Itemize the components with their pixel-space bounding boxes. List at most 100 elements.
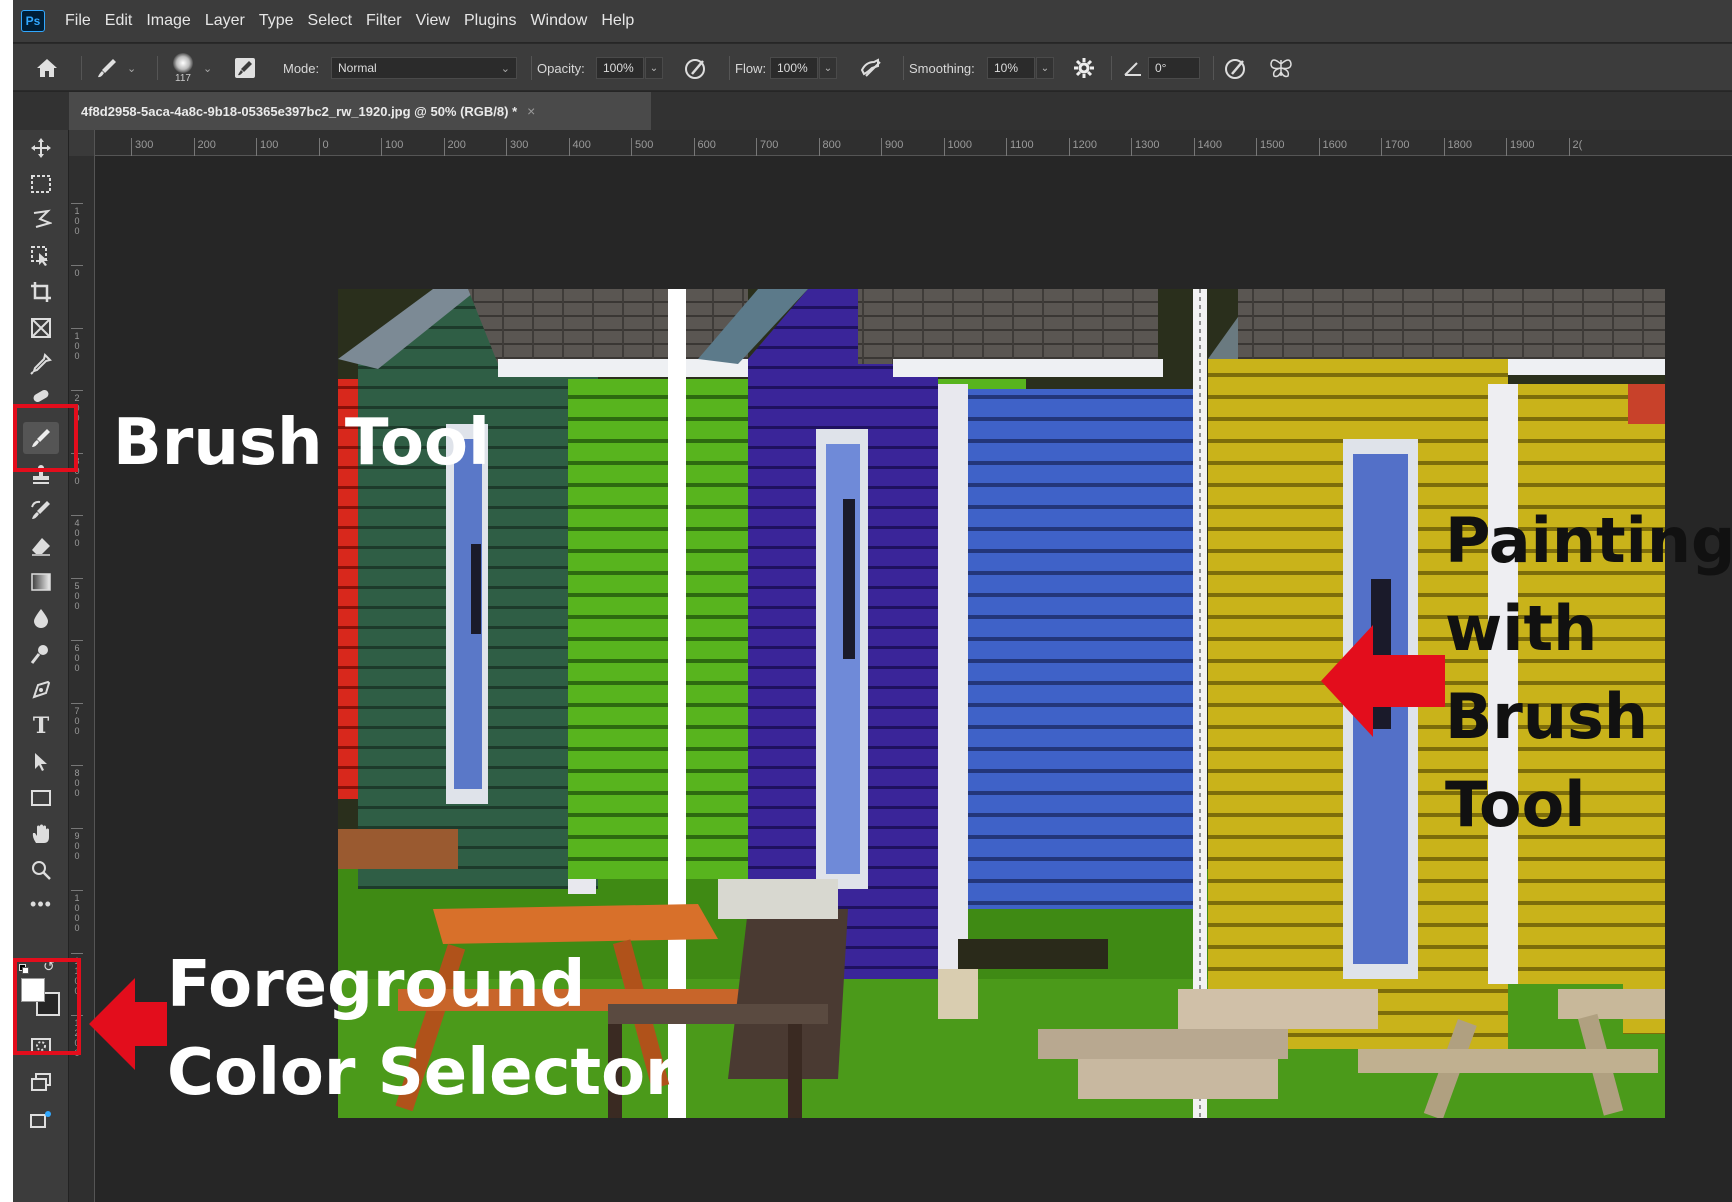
foreground-annotation-line1: Foreground [167, 948, 586, 1022]
mode-label: Mode: [283, 60, 320, 76]
menu-select[interactable]: Select [308, 12, 352, 30]
menu-layer[interactable]: Layer [205, 12, 245, 30]
hand-tool-icon[interactable] [23, 818, 59, 850]
gradient-tool-icon[interactable] [23, 566, 59, 598]
chevron-down-icon[interactable]: ⌄ [127, 62, 136, 75]
history-brush-tool-icon[interactable] [23, 494, 59, 526]
red-arrow-left-icon [89, 978, 167, 1070]
dodge-tool-icon[interactable] [23, 638, 59, 670]
move-tool-icon[interactable] [23, 132, 59, 164]
flow-dropdown[interactable]: ⌄ [819, 57, 837, 79]
ruler-tick-label: 1200 [1068, 138, 1097, 156]
red-arrow-left-icon [1321, 625, 1445, 737]
foreground-color-highlight [13, 958, 81, 1055]
ruler-tick-label: 600 [693, 138, 716, 156]
angle-icon [1123, 44, 1143, 92]
painting-annotation-line2: with [1445, 592, 1598, 665]
frame-tool-icon[interactable] [23, 312, 59, 344]
opacity-label: Opacity: [537, 60, 585, 76]
painting-annotation-line4: Tool [1445, 768, 1586, 841]
ruler-tick-label: 100 [381, 138, 403, 156]
ruler-tick-label: 5 0 0 [71, 577, 83, 611]
flow-field[interactable]: 100% [770, 57, 818, 79]
menu-plugins[interactable]: Plugins [464, 12, 516, 30]
zoom-tool-icon[interactable] [23, 854, 59, 886]
crop-tool-icon[interactable] [23, 276, 59, 308]
menu-file[interactable]: File [65, 12, 91, 30]
pressure-opacity-icon[interactable] [683, 44, 709, 92]
mode-select[interactable]: Normal ⌄ [331, 57, 517, 79]
ruler-tick-label: 1000 [943, 138, 972, 156]
smoothing-field[interactable]: 10% [987, 57, 1035, 79]
ruler-tick-label: 1400 [1193, 138, 1222, 156]
ruler-tick-label: 300 [506, 138, 528, 156]
ruler-tick-label: 200 [443, 138, 466, 156]
ruler-tick-label: 2( [1568, 138, 1582, 156]
menu-view[interactable]: View [416, 12, 450, 30]
menu-help[interactable]: Help [601, 12, 634, 30]
opacity-dropdown[interactable]: ⌄ [645, 57, 663, 79]
menu-type[interactable]: Type [259, 12, 294, 30]
chevron-down-icon[interactable]: ⌄ [203, 44, 212, 92]
ruler-tick-label: 500 [631, 138, 653, 156]
more-tools-icon[interactable]: ••• [23, 888, 59, 920]
opacity-field[interactable]: 100% [596, 57, 644, 79]
menu-edit[interactable]: Edit [105, 12, 133, 30]
gear-icon[interactable] [1073, 44, 1095, 92]
menu-window[interactable]: Window [530, 12, 587, 30]
ruler-tick-label: 1500 [1256, 138, 1284, 156]
chevron-down-icon: ⌄ [500, 62, 510, 75]
eraser-tool-icon[interactable] [23, 530, 59, 562]
ruler-tick-label: 1700 [1381, 138, 1409, 156]
horizontal-ruler[interactable]: 300 200 100 0 100 200 300 400 500 600 700 800 900 100… [69, 130, 1732, 156]
ruler-tick-label: 1100 [1006, 138, 1034, 156]
pressure-size-icon[interactable] [1223, 44, 1249, 92]
ruler-tick-label: 800 [818, 138, 841, 156]
blur-tool-icon[interactable] [23, 602, 59, 634]
ruler-tick-label: 1300 [1131, 138, 1159, 156]
photoshop-logo: Ps [21, 10, 45, 32]
lasso-tool-icon[interactable] [23, 204, 59, 236]
ruler-tick-label: 1600 [1318, 138, 1347, 156]
brush-size-picker[interactable]: 117 [173, 44, 193, 92]
ruler-tick-label: 9 0 0 [71, 827, 83, 861]
menu-filter[interactable]: Filter [366, 12, 402, 30]
symmetry-butterfly-icon[interactable] [1268, 44, 1294, 92]
photoshop-window: Ps File Edit Image Layer Type Select Fil… [13, 0, 1732, 1202]
marquee-tool-icon[interactable] [23, 168, 59, 200]
menu-image[interactable]: Image [146, 12, 190, 30]
ruler-tick-label: 0 [71, 265, 83, 278]
ruler-tick-label: 1 0 0 [71, 327, 83, 361]
ruler-tick-label: 7 0 0 [71, 702, 83, 736]
ruler-tick-label: 900 [881, 138, 903, 156]
eyedropper-tool-icon[interactable] [23, 348, 59, 380]
smoothing-label: Smoothing: [909, 60, 975, 76]
edit-toolbar-icon[interactable] [23, 1104, 59, 1136]
type-tool-icon[interactable]: T [23, 710, 59, 742]
ruler-tick-label: 1 0 0 0 [71, 890, 83, 933]
smoothing-dropdown[interactable]: ⌄ [1036, 57, 1054, 79]
path-select-tool-icon[interactable] [23, 746, 59, 778]
object-select-tool-icon[interactable] [23, 240, 59, 272]
document-title: 4f8d2958-5aca-4a8c-9b18-05365e397bc2_rw_… [81, 103, 518, 119]
home-icon[interactable] [35, 44, 59, 92]
ruler-tick-label: 700 [756, 138, 778, 156]
ruler-tick-label: 4 0 0 [71, 515, 83, 548]
pen-tool-icon[interactable] [23, 674, 59, 706]
painting-annotation-line3: Brush [1445, 680, 1649, 753]
brush-settings-panel-icon[interactable] [233, 44, 257, 92]
screen-mode-icon[interactable] [23, 1066, 59, 1098]
angle-field[interactable]: 0° [1148, 57, 1200, 79]
brush-preset-icon[interactable]: ⌄ [95, 44, 136, 92]
document-tab[interactable]: 4f8d2958-5aca-4a8c-9b18-05365e397bc2_rw_… [69, 92, 651, 130]
ruler-tick-label: 1800 [1443, 138, 1472, 156]
close-icon[interactable]: × [527, 103, 535, 119]
options-bar: ⌄ 117 ⌄ Mode: Normal ⌄ Opacity: 100% ⌄ F… [13, 43, 1732, 91]
mode-value: Normal [338, 61, 377, 75]
ruler-origin[interactable] [69, 130, 95, 156]
brush-size-value: 117 [175, 72, 191, 84]
ruler-tick-label: 300 [131, 138, 153, 156]
rectangle-tool-icon[interactable] [23, 782, 59, 814]
airbrush-icon[interactable] [858, 44, 884, 92]
foreground-annotation-line2: Color Selector [167, 1036, 677, 1110]
